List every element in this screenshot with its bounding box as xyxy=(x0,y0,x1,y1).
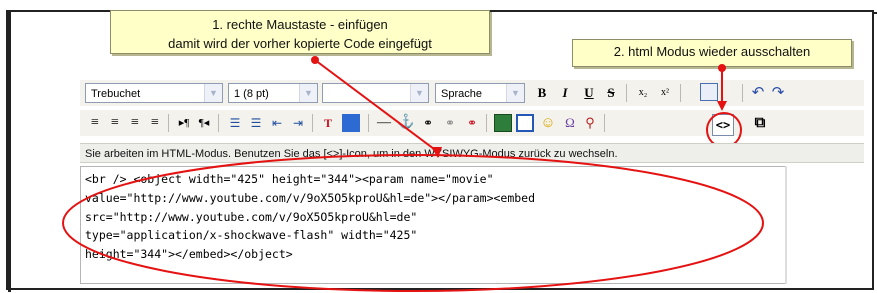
align-left-icon[interactable]: ≡ xyxy=(85,113,105,133)
subscript-button[interactable]: x₂ xyxy=(633,83,653,103)
toolbar-divider xyxy=(168,114,169,132)
toolbar-divider xyxy=(368,114,369,132)
toolbar-divider xyxy=(604,114,605,132)
html-source-textarea[interactable]: <br /> <object width="425" height="344">… xyxy=(80,166,785,284)
undo-icon[interactable]: ↶ xyxy=(748,83,768,103)
callout-step-1-line-2: damit wird der vorher kopierte Code eing… xyxy=(168,36,432,51)
underline-button[interactable]: U xyxy=(579,83,599,103)
text-color-icon[interactable]: T xyxy=(318,113,338,133)
strikethrough-button[interactable]: S xyxy=(601,83,621,103)
redo-icon[interactable]: ↷ xyxy=(768,83,788,103)
search-replace-icon[interactable]: ⚲ xyxy=(580,113,600,133)
callout-step-1-line-1: 1. rechte Maustaste - einfügen xyxy=(212,17,388,32)
chevron-down-icon[interactable]: ▼ xyxy=(299,84,317,102)
chevron-down-icon[interactable]: ▼ xyxy=(204,84,222,102)
toolbar-divider xyxy=(218,114,219,132)
align-right-icon[interactable]: ≡ xyxy=(125,113,145,133)
indent-icon[interactable]: ⇥ xyxy=(288,113,308,133)
toolbar-divider xyxy=(312,114,313,132)
toolbar-divider xyxy=(626,84,627,102)
toolbar-divider xyxy=(486,114,487,132)
table-icon[interactable] xyxy=(516,114,534,132)
unlink-icon[interactable]: ⚭ xyxy=(440,113,460,133)
bold-button[interactable]: B xyxy=(532,83,552,103)
justify-icon[interactable]: ≡ xyxy=(145,113,165,133)
italic-button[interactable]: I xyxy=(555,83,575,103)
font-size-value: 1 (8 pt) xyxy=(234,88,269,100)
chevron-down-icon[interactable]: ▼ xyxy=(410,84,428,102)
callout-step-2: 2. html Modus wieder ausschalten xyxy=(572,39,852,67)
background-color-icon[interactable] xyxy=(342,114,360,132)
font-family-select[interactable]: Trebuchet ▼ xyxy=(85,83,223,103)
nolink-icon[interactable]: ⚭ xyxy=(462,113,482,133)
callout-step-1: 1. rechte Maustaste - einfügen damit wir… xyxy=(110,10,490,54)
ltr-icon[interactable]: ▸¶ xyxy=(174,113,194,133)
link-icon[interactable]: ⚭ xyxy=(418,113,438,133)
smiley-icon[interactable]: ☺ xyxy=(538,113,558,133)
format-select[interactable]: ▼ xyxy=(322,83,429,103)
chevron-down-icon[interactable]: ▼ xyxy=(506,84,524,102)
fullscreen-icon[interactable]: ⧉ xyxy=(750,113,770,133)
clean-html-icon[interactable] xyxy=(700,83,718,101)
superscript-button[interactable]: x² xyxy=(655,83,675,103)
align-center-icon[interactable]: ≡ xyxy=(105,113,125,133)
toolbar-divider xyxy=(742,84,743,102)
left-edge xyxy=(8,12,11,292)
anchor-icon[interactable]: ⚓ xyxy=(396,113,416,133)
language-value: Sprache xyxy=(441,88,482,100)
font-size-select[interactable]: 1 (8 pt) ▼ xyxy=(228,83,318,103)
toolbar-row-layout: ≡ ≡ ≡ ≡ ▸¶ ¶◂ ☰ ☰ ⇤ ⇥ T — ⚓ ⚭ ⚭ ⚭ ☺ Ω ⚲ … xyxy=(80,110,864,136)
scrollbar[interactable] xyxy=(785,166,787,284)
font-family-value: Trebuchet xyxy=(91,88,141,100)
toolbar-divider xyxy=(680,84,681,102)
image-icon[interactable] xyxy=(494,114,512,132)
ordered-list-icon[interactable]: ☰ xyxy=(225,113,245,133)
rtl-icon[interactable]: ¶◂ xyxy=(194,113,214,133)
html-mode-status: Sie arbeiten im HTML-Modus. Benutzen Sie… xyxy=(80,143,864,163)
horizontal-rule-icon[interactable]: — xyxy=(374,113,394,133)
outdent-icon[interactable]: ⇤ xyxy=(267,113,287,133)
special-char-icon[interactable]: Ω xyxy=(560,113,580,133)
toolbar-row-format: Trebuchet ▼ 1 (8 pt) ▼ ▼ Sprache ▼ B I U… xyxy=(80,80,864,106)
unordered-list-icon[interactable]: ☰ xyxy=(246,113,266,133)
language-select[interactable]: Sprache ▼ xyxy=(435,83,525,103)
